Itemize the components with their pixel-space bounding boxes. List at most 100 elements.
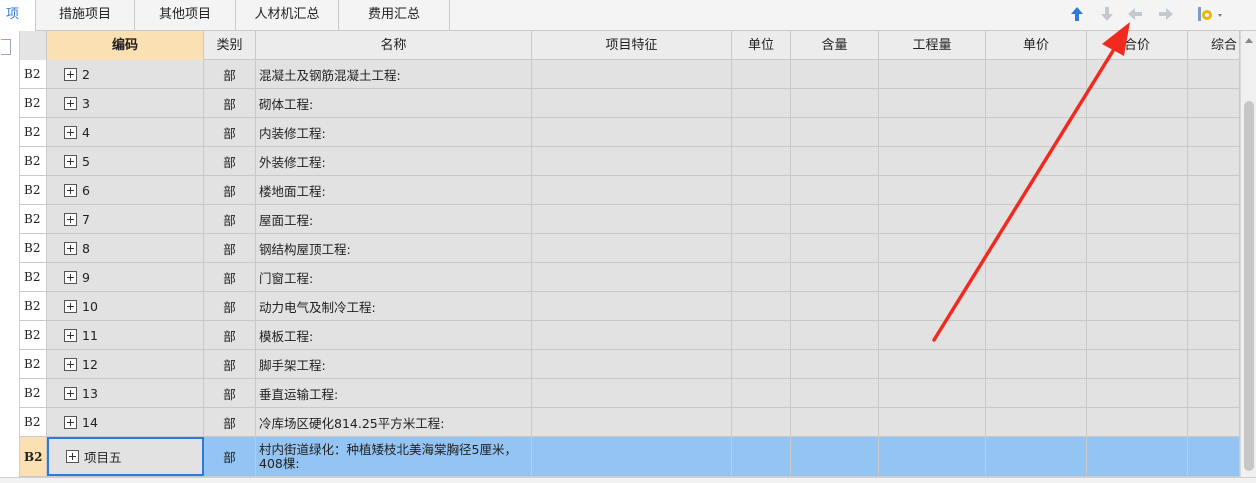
expand-plus-icon[interactable] — [64, 183, 77, 197]
unit-price-cell[interactable] — [986, 263, 1087, 291]
name-cell[interactable]: 脚手架工程: — [256, 350, 532, 378]
total-price-cell[interactable] — [1087, 350, 1188, 378]
header-type[interactable]: 类别 — [204, 31, 256, 60]
code-cell[interactable]: 2 — [47, 60, 204, 88]
unit-cell[interactable] — [732, 437, 791, 476]
composite-cell[interactable] — [1188, 350, 1240, 378]
horizontal-scroll-track[interactable] — [0, 477, 1256, 483]
content-cell[interactable] — [791, 350, 879, 378]
name-cell[interactable]: 村内街道绿化：种植矮枝北美海棠胸径5厘米，408棵: — [256, 437, 532, 476]
features-cell[interactable] — [532, 147, 732, 175]
unit-price-cell[interactable] — [986, 89, 1087, 117]
composite-cell[interactable] — [1188, 89, 1240, 117]
tab-items[interactable]: 项 — [0, 0, 36, 31]
expand-plus-icon[interactable] — [66, 450, 79, 463]
type-cell[interactable]: 部 — [204, 350, 256, 378]
total-price-cell[interactable] — [1087, 205, 1188, 233]
total-price-cell[interactable] — [1087, 147, 1188, 175]
composite-cell[interactable] — [1188, 118, 1240, 146]
name-cell[interactable]: 门窗工程: — [256, 263, 532, 291]
expand-plus-icon[interactable] — [64, 96, 77, 110]
total-price-cell[interactable] — [1087, 437, 1188, 476]
unit-price-cell[interactable] — [986, 60, 1087, 88]
unit-price-cell[interactable] — [986, 437, 1087, 476]
features-cell[interactable] — [532, 263, 732, 291]
features-cell[interactable] — [532, 350, 732, 378]
settings-dropdown-icon[interactable] — [1196, 5, 1226, 23]
unit-cell[interactable] — [732, 350, 791, 378]
scrollbar-thumb[interactable] — [1244, 101, 1254, 471]
quantity-cell[interactable] — [879, 292, 986, 320]
total-price-cell[interactable] — [1087, 60, 1188, 88]
quantity-cell[interactable] — [879, 263, 986, 291]
table-row[interactable]: B2 8 部钢结构屋顶工程: — [20, 234, 1240, 263]
unit-cell[interactable] — [732, 89, 791, 117]
quantity-cell[interactable] — [879, 321, 986, 349]
name-cell[interactable]: 动力电气及制冷工程: — [256, 292, 532, 320]
table-row[interactable]: B2 13 部垂直运输工程: — [20, 379, 1240, 408]
name-cell[interactable]: 楼地面工程: — [256, 176, 532, 204]
unit-cell[interactable] — [732, 118, 791, 146]
content-cell[interactable] — [791, 437, 879, 476]
code-cell[interactable]: 5 — [47, 147, 204, 175]
code-cell[interactable]: 7 — [47, 205, 204, 233]
unit-cell[interactable] — [732, 263, 791, 291]
name-cell[interactable]: 内装修工程: — [256, 118, 532, 146]
type-cell[interactable]: 部 — [204, 89, 256, 117]
total-price-cell[interactable] — [1087, 292, 1188, 320]
composite-cell[interactable] — [1188, 263, 1240, 291]
type-cell[interactable]: 部 — [204, 263, 256, 291]
code-cell[interactable]: 6 — [47, 176, 204, 204]
content-cell[interactable] — [791, 234, 879, 262]
code-cell[interactable]: 项目五 — [47, 437, 204, 476]
arrow-left-icon[interactable] — [1126, 5, 1144, 23]
header-name[interactable]: 名称 — [256, 31, 532, 60]
total-price-cell[interactable] — [1087, 118, 1188, 146]
expand-plus-icon[interactable] — [64, 299, 77, 313]
quantity-cell[interactable] — [879, 408, 986, 436]
expand-plus-icon[interactable] — [64, 415, 77, 429]
expand-plus-icon[interactable] — [64, 154, 77, 168]
code-cell[interactable]: 9 — [47, 263, 204, 291]
unit-price-cell[interactable] — [986, 292, 1087, 320]
composite-cell[interactable] — [1188, 292, 1240, 320]
code-cell[interactable]: 13 — [47, 379, 204, 407]
code-cell[interactable]: 12 — [47, 350, 204, 378]
table-row[interactable]: B2 9 部门窗工程: — [20, 263, 1240, 292]
quantity-cell[interactable] — [879, 234, 986, 262]
expand-plus-icon[interactable] — [64, 212, 77, 226]
content-cell[interactable] — [791, 321, 879, 349]
content-cell[interactable] — [791, 176, 879, 204]
unit-cell[interactable] — [732, 60, 791, 88]
unit-price-cell[interactable] — [986, 321, 1087, 349]
expand-plus-icon[interactable] — [64, 270, 77, 284]
unit-cell[interactable] — [732, 176, 791, 204]
features-cell[interactable] — [532, 234, 732, 262]
unit-price-cell[interactable] — [986, 205, 1087, 233]
table-row[interactable]: B2 11 部模板工程: — [20, 321, 1240, 350]
code-cell[interactable]: 8 — [47, 234, 204, 262]
header-code[interactable]: 编码 — [47, 31, 204, 60]
table-row[interactable]: B2 10 部动力电气及制冷工程: — [20, 292, 1240, 321]
table-row[interactable]: B2 2 部混凝土及钢筋混凝土工程: — [20, 60, 1240, 89]
content-cell[interactable] — [791, 292, 879, 320]
tab-cost-summary[interactable]: 费用汇总 — [339, 0, 450, 31]
quantity-cell[interactable] — [879, 89, 986, 117]
total-price-cell[interactable] — [1087, 263, 1188, 291]
table-row-selected[interactable]: B2 项目五 部村内街道绿化：种植矮枝北美海棠胸径5厘米，408棵: — [20, 437, 1240, 477]
type-cell[interactable]: 部 — [204, 437, 256, 476]
composite-cell[interactable] — [1188, 176, 1240, 204]
content-cell[interactable] — [791, 60, 879, 88]
quantity-cell[interactable] — [879, 147, 986, 175]
table-row[interactable]: B2 5 部外装修工程: — [20, 147, 1240, 176]
header-quantity[interactable]: 工程量 — [879, 31, 986, 60]
code-cell[interactable]: 10 — [47, 292, 204, 320]
table-row[interactable]: B2 3 部砌体工程: — [20, 89, 1240, 118]
code-cell[interactable]: 4 — [47, 118, 204, 146]
features-cell[interactable] — [532, 205, 732, 233]
total-price-cell[interactable] — [1087, 176, 1188, 204]
total-price-cell[interactable] — [1087, 379, 1188, 407]
composite-cell[interactable] — [1188, 321, 1240, 349]
content-cell[interactable] — [791, 147, 879, 175]
type-cell[interactable]: 部 — [204, 205, 256, 233]
